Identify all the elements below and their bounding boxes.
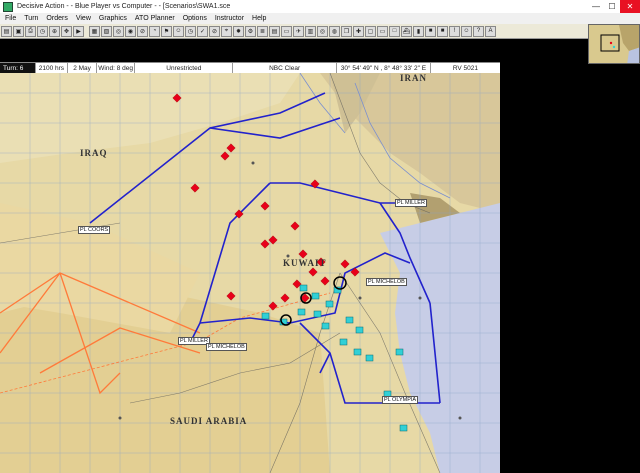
move-icon[interactable]: ✥ — [61, 25, 72, 37]
chart-icon[interactable]: ▥ — [305, 25, 316, 37]
turn-indicator: Turn: 6 — [0, 63, 36, 73]
friendly-unit — [365, 354, 374, 362]
side-panel — [500, 73, 640, 473]
title-bar: Decisive Action - - Blue Player vs Compu… — [0, 0, 640, 14]
zoom-icon[interactable]: ⊕ — [49, 25, 60, 37]
tactical-map[interactable]: IRAQ IRAN KUWAIT SAUDI ARABIA PL COORS P… — [0, 73, 500, 473]
friendly-unit — [355, 326, 364, 334]
menu-ato-planner[interactable]: ATO Planner — [135, 15, 175, 22]
toolbar: ▤ ▣ ⎙ ◷ ⊕ ✥ ▶ ▦ ▧ ◎ ◉ ⊘ ◔ ⚑ ☺ ◷ ✓ ⊘ ⌖ ✸ ⚙ ≣ ▤ ▭ ✈ ▥ ◎ ◍ ❐ ✚ ▢ ▭ □ ⛴ ▮ ■ ■! ☺?… — [0, 24, 588, 39]
ring-2-icon[interactable]: ◎ — [317, 25, 328, 37]
date-readout: 2 May — [68, 63, 97, 73]
menu-orders[interactable]: Orders — [46, 15, 67, 22]
alert-icon[interactable]: ! — [449, 25, 460, 37]
purple-icon[interactable]: ■ — [425, 25, 436, 37]
minimize-button[interactable]: — — [588, 0, 604, 13]
ship-icon[interactable]: ⛴ — [401, 25, 412, 37]
list-icon[interactable]: ≣ — [257, 25, 268, 37]
red-icon[interactable]: ■ — [437, 25, 448, 37]
wind-readout: Wind: 8 deg — [97, 63, 136, 73]
map-canvas[interactable] — [0, 73, 500, 473]
phase-line-label[interactable]: PL COORS — [78, 226, 111, 234]
no-entry-icon[interactable]: ⊘ — [137, 25, 148, 37]
save-icon[interactable]: ▣ — [13, 25, 24, 37]
plane-icon[interactable]: ✈ — [293, 25, 304, 37]
menu-graphics[interactable]: Graphics — [99, 15, 127, 22]
report-icon[interactable]: ▤ — [269, 25, 280, 37]
country-label-iraq: IRAQ — [80, 148, 108, 158]
clock-icon[interactable]: ◷ — [37, 25, 48, 37]
menu-instructor[interactable]: Instructor — [215, 15, 244, 22]
friendly-unit — [297, 308, 306, 316]
target-icon[interactable]: ◉ — [125, 25, 136, 37]
menu-bar: File Turn Orders View Graphics ATO Plann… — [0, 13, 640, 24]
friendly-unit — [339, 338, 348, 346]
country-label-kuwait: KUWAIT — [283, 258, 327, 268]
cross-icon[interactable]: ✚ — [353, 25, 364, 37]
rect-icon[interactable]: ▭ — [377, 25, 388, 37]
person-2-icon[interactable]: ☺ — [461, 25, 472, 37]
layers-icon[interactable]: ❐ — [341, 25, 352, 37]
grid-reference: RV 5021 — [452, 64, 478, 72]
time-readout: 2100 hrs — [36, 63, 69, 73]
gear-icon[interactable]: ⚙ — [245, 25, 256, 37]
friendly-unit — [261, 312, 270, 320]
message-area — [0, 39, 588, 60]
maximize-button[interactable]: ☐ — [604, 0, 620, 13]
country-label-saudi-arabia: SAUDI ARABIA — [170, 416, 248, 426]
help-icon[interactable]: ? — [473, 25, 484, 37]
friendly-unit — [299, 284, 308, 292]
menu-help[interactable]: Help — [252, 15, 266, 22]
toolbar-separator — [85, 26, 88, 37]
bar-icon[interactable]: ▮ — [413, 25, 424, 37]
friendly-unit — [395, 348, 404, 356]
open-icon[interactable]: ▤ — [1, 25, 12, 37]
text-icon[interactable]: A — [485, 25, 496, 37]
phase-line-label[interactable]: PL MICHELOB — [366, 278, 407, 286]
nbc-readout: NBC Clear — [233, 63, 337, 73]
clock-2-icon[interactable]: ◷ — [185, 25, 196, 37]
no-entry-2-icon[interactable]: ⊘ — [209, 25, 220, 37]
crosshair-icon[interactable]: ⌖ — [221, 25, 232, 37]
menu-view[interactable]: View — [76, 15, 91, 22]
phase-line-label[interactable]: PL OLYMPIA — [382, 396, 419, 404]
bomb-icon[interactable]: ✸ — [233, 25, 244, 37]
friendly-unit — [311, 292, 320, 300]
print-icon[interactable]: ⎙ — [25, 25, 36, 37]
friendly-unit — [321, 322, 330, 330]
menu-file[interactable]: File — [5, 15, 16, 22]
ring-icon[interactable]: ◎ — [113, 25, 124, 37]
map-icon[interactable]: ▧ — [101, 25, 112, 37]
phase-line-label[interactable]: PL MILLER — [395, 199, 427, 207]
app-icon — [3, 1, 13, 12]
mark-icon[interactable]: ✓ — [197, 25, 208, 37]
menu-turn[interactable]: Turn — [24, 15, 38, 22]
friendly-unit — [325, 300, 334, 308]
phase-line-label[interactable]: PL MICHELOB — [206, 343, 247, 351]
globe-icon[interactable]: ◍ — [329, 25, 340, 37]
flag-icon[interactable]: ⚑ — [161, 25, 172, 37]
tank-icon[interactable]: ▭ — [281, 25, 292, 37]
coordinate-readout: 30° 54' 49" N , 8° 48° 33' 2" E — [337, 63, 431, 73]
window-title: Decisive Action - - Blue Player vs Compu… — [17, 3, 231, 10]
close-button[interactable]: ✕ — [620, 0, 640, 13]
person-icon[interactable]: ☺ — [173, 25, 184, 37]
friendly-unit — [399, 424, 408, 432]
timer-icon[interactable]: ◔ — [149, 25, 160, 37]
overview-minimap[interactable] — [588, 24, 640, 64]
friendly-unit — [353, 348, 362, 356]
menu-options[interactable]: Options — [183, 15, 207, 22]
country-label-iran: IRAN — [400, 73, 428, 83]
video-icon[interactable]: ▶ — [73, 25, 84, 37]
blank-icon[interactable]: □ — [389, 25, 400, 37]
grid-icon[interactable]: ▦ — [89, 25, 100, 37]
friendly-unit — [345, 316, 354, 324]
box-icon[interactable]: ▢ — [365, 25, 376, 37]
visibility-readout: Unrestricted — [135, 63, 234, 73]
friendly-unit — [313, 310, 322, 318]
